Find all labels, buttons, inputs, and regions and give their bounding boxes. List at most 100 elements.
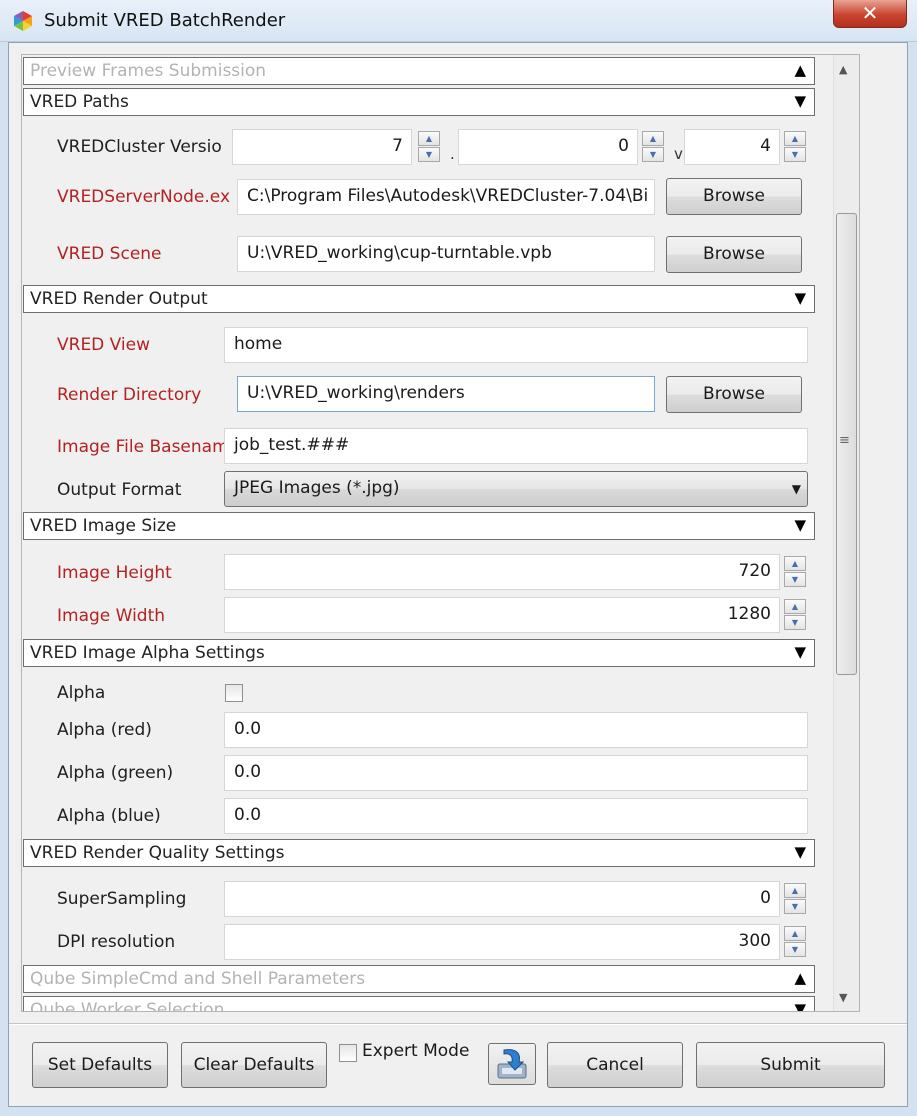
alpha-red-field[interactable]: 0.0 — [224, 712, 808, 748]
spin-up-icon[interactable]: ▲ — [784, 599, 806, 614]
section-image-size[interactable]: VRED Image Size ▼ — [23, 512, 815, 540]
cluster-version-major-field[interactable]: 7 — [232, 129, 412, 165]
section-title: VRED Render Output — [30, 289, 208, 309]
supersampling-label: SuperSampling — [57, 889, 187, 909]
render-directory-browse-button[interactable]: Browse — [666, 376, 802, 413]
section-title: VRED Image Alpha Settings — [30, 643, 265, 663]
collapse-arrow-icon[interactable]: ▼ — [794, 1000, 806, 1011]
section-title: Qube SimpleCmd and Shell Parameters — [30, 969, 366, 989]
render-directory-label: Render Directory — [57, 385, 202, 405]
collapse-arrow-icon[interactable]: ▼ — [794, 289, 806, 307]
scroll-down-icon[interactable]: ▼ — [839, 991, 847, 1004]
footer-separator — [9, 1023, 907, 1025]
window-title: Submit VRED BatchRender — [44, 10, 286, 31]
save-download-icon — [497, 1049, 527, 1079]
alpha-label: Alpha — [57, 683, 106, 703]
alpha-blue-field[interactable]: 0.0 — [224, 798, 808, 834]
spin-up-icon[interactable]: ▲ — [784, 556, 806, 571]
spin-down-icon[interactable]: ▼ — [784, 942, 806, 957]
dpi-label: DPI resolution — [57, 932, 176, 952]
image-height-field[interactable]: 720 — [224, 554, 780, 590]
cluster-version-patch-field[interactable]: 4 — [684, 129, 780, 165]
collapse-arrow-icon[interactable]: ▼ — [794, 843, 806, 861]
cluster-version-patch-spinner[interactable]: ▲ ▼ — [784, 131, 806, 163]
image-width-spinner[interactable]: ▲ ▼ — [784, 599, 806, 631]
spin-up-icon[interactable]: ▲ — [642, 131, 664, 146]
scene-path-field[interactable]: U:\VRED_working\cup-turntable.vpb — [237, 236, 655, 272]
section-qube-worker[interactable]: Qube Worker Selection ▼ — [23, 996, 815, 1012]
window-frame-bottom — [0, 1107, 917, 1116]
spin-down-icon[interactable]: ▼ — [784, 615, 806, 630]
spin-down-icon[interactable]: ▼ — [784, 899, 806, 914]
scene-label: VRED Scene — [57, 244, 162, 264]
supersampling-spinner[interactable]: ▲ ▼ — [784, 883, 806, 915]
section-title: VRED Render Quality Settings — [30, 843, 285, 863]
scroll-up-icon[interactable]: ▲ — [839, 63, 847, 76]
image-width-field[interactable]: 1280 — [224, 597, 780, 633]
collapse-arrow-icon[interactable]: ▼ — [794, 643, 806, 661]
spin-up-icon[interactable]: ▲ — [418, 131, 440, 146]
dpi-spinner[interactable]: ▲ ▼ — [784, 926, 806, 958]
cluster-version-minor-field[interactable]: 0 — [458, 129, 638, 165]
basename-field[interactable]: job_test.### — [224, 428, 808, 464]
section-quality-settings[interactable]: VRED Render Quality Settings ▼ — [23, 839, 815, 867]
section-alpha-settings[interactable]: VRED Image Alpha Settings ▼ — [23, 639, 815, 667]
settings-scroll-area[interactable]: Preview Frames Submission ▲ VRED Paths ▼… — [21, 54, 860, 1012]
dpi-field[interactable]: 300 — [224, 924, 780, 960]
image-height-spinner[interactable]: ▲ ▼ — [784, 556, 806, 588]
section-qube-simplecmd[interactable]: Qube SimpleCmd and Shell Parameters ▲ — [23, 965, 815, 993]
cluster-version-major-spinner[interactable]: ▲ ▼ — [418, 131, 440, 163]
chevron-down-icon[interactable]: ▼ — [792, 482, 801, 496]
collapse-arrow-icon[interactable]: ▲ — [794, 969, 806, 987]
alpha-green-field[interactable]: 0.0 — [224, 755, 808, 791]
section-render-output[interactable]: VRED Render Output ▼ — [23, 285, 815, 313]
spin-down-icon[interactable]: ▼ — [784, 147, 806, 162]
output-format-value: JPEG Images (*.jpg) — [234, 478, 400, 498]
image-height-label: Image Height — [57, 563, 172, 583]
supersampling-field[interactable]: 0 — [224, 881, 780, 917]
spin-up-icon[interactable]: ▲ — [784, 926, 806, 941]
section-title: VRED Image Size — [30, 516, 177, 536]
scene-browse-button[interactable]: Browse — [666, 236, 802, 273]
spin-down-icon[interactable]: ▼ — [418, 147, 440, 162]
basename-label: Image File Basenam — [57, 437, 229, 457]
collapse-arrow-icon[interactable]: ▼ — [794, 92, 806, 110]
cluster-version-minor-spinner[interactable]: ▲ ▼ — [642, 131, 664, 163]
alpha-checkbox[interactable] — [225, 684, 243, 702]
expert-mode-checkbox[interactable] — [339, 1044, 357, 1062]
version-separator-dot: . — [450, 145, 455, 163]
dialog-window: Submit VRED BatchRender ✕ Preview Frames… — [0, 0, 917, 1116]
cancel-button[interactable]: Cancel — [547, 1042, 683, 1088]
render-directory-field[interactable]: U:\VRED_working\renders — [237, 376, 655, 412]
section-vred-paths[interactable]: VRED Paths ▼ — [23, 88, 815, 116]
output-format-label: Output Format — [57, 480, 182, 500]
vred-app-icon — [14, 11, 32, 31]
server-node-browse-button[interactable]: Browse — [666, 178, 802, 215]
version-separator-v: v — [674, 145, 683, 163]
save-download-button[interactable] — [488, 1043, 536, 1085]
output-format-dropdown[interactable]: JPEG Images (*.jpg) ▼ — [224, 471, 808, 507]
section-title: VRED Paths — [30, 92, 129, 112]
spin-up-icon[interactable]: ▲ — [784, 131, 806, 146]
submit-button[interactable]: Submit — [696, 1042, 885, 1088]
view-label: VRED View — [57, 335, 151, 355]
window-frame-right — [908, 42, 917, 1116]
alpha-blue-label: Alpha (blue) — [57, 806, 161, 826]
dialog-client-area: Preview Frames Submission ▲ VRED Paths ▼… — [8, 42, 908, 1107]
spin-down-icon[interactable]: ▼ — [642, 147, 664, 162]
set-defaults-button[interactable]: Set Defaults — [32, 1042, 168, 1088]
spin-up-icon[interactable]: ▲ — [784, 883, 806, 898]
server-node-path-field[interactable]: C:\Program Files\Autodesk\VREDCluster-7.… — [237, 179, 655, 215]
close-button[interactable]: ✕ — [833, 0, 907, 28]
section-title: Preview Frames Submission — [30, 61, 267, 81]
alpha-red-label: Alpha (red) — [57, 720, 152, 740]
collapse-arrow-icon[interactable]: ▼ — [794, 516, 806, 534]
view-field[interactable]: home — [224, 327, 808, 363]
clear-defaults-button[interactable]: Clear Defaults — [181, 1042, 327, 1088]
title-bar: Submit VRED BatchRender ✕ — [0, 0, 917, 42]
section-preview-frames[interactable]: Preview Frames Submission ▲ — [23, 57, 815, 85]
collapse-arrow-icon[interactable]: ▲ — [794, 61, 806, 79]
section-title: Qube Worker Selection — [30, 1000, 225, 1012]
vertical-scrollbar[interactable]: ▲ ≡ ▼ — [833, 55, 859, 1011]
spin-down-icon[interactable]: ▼ — [784, 572, 806, 587]
